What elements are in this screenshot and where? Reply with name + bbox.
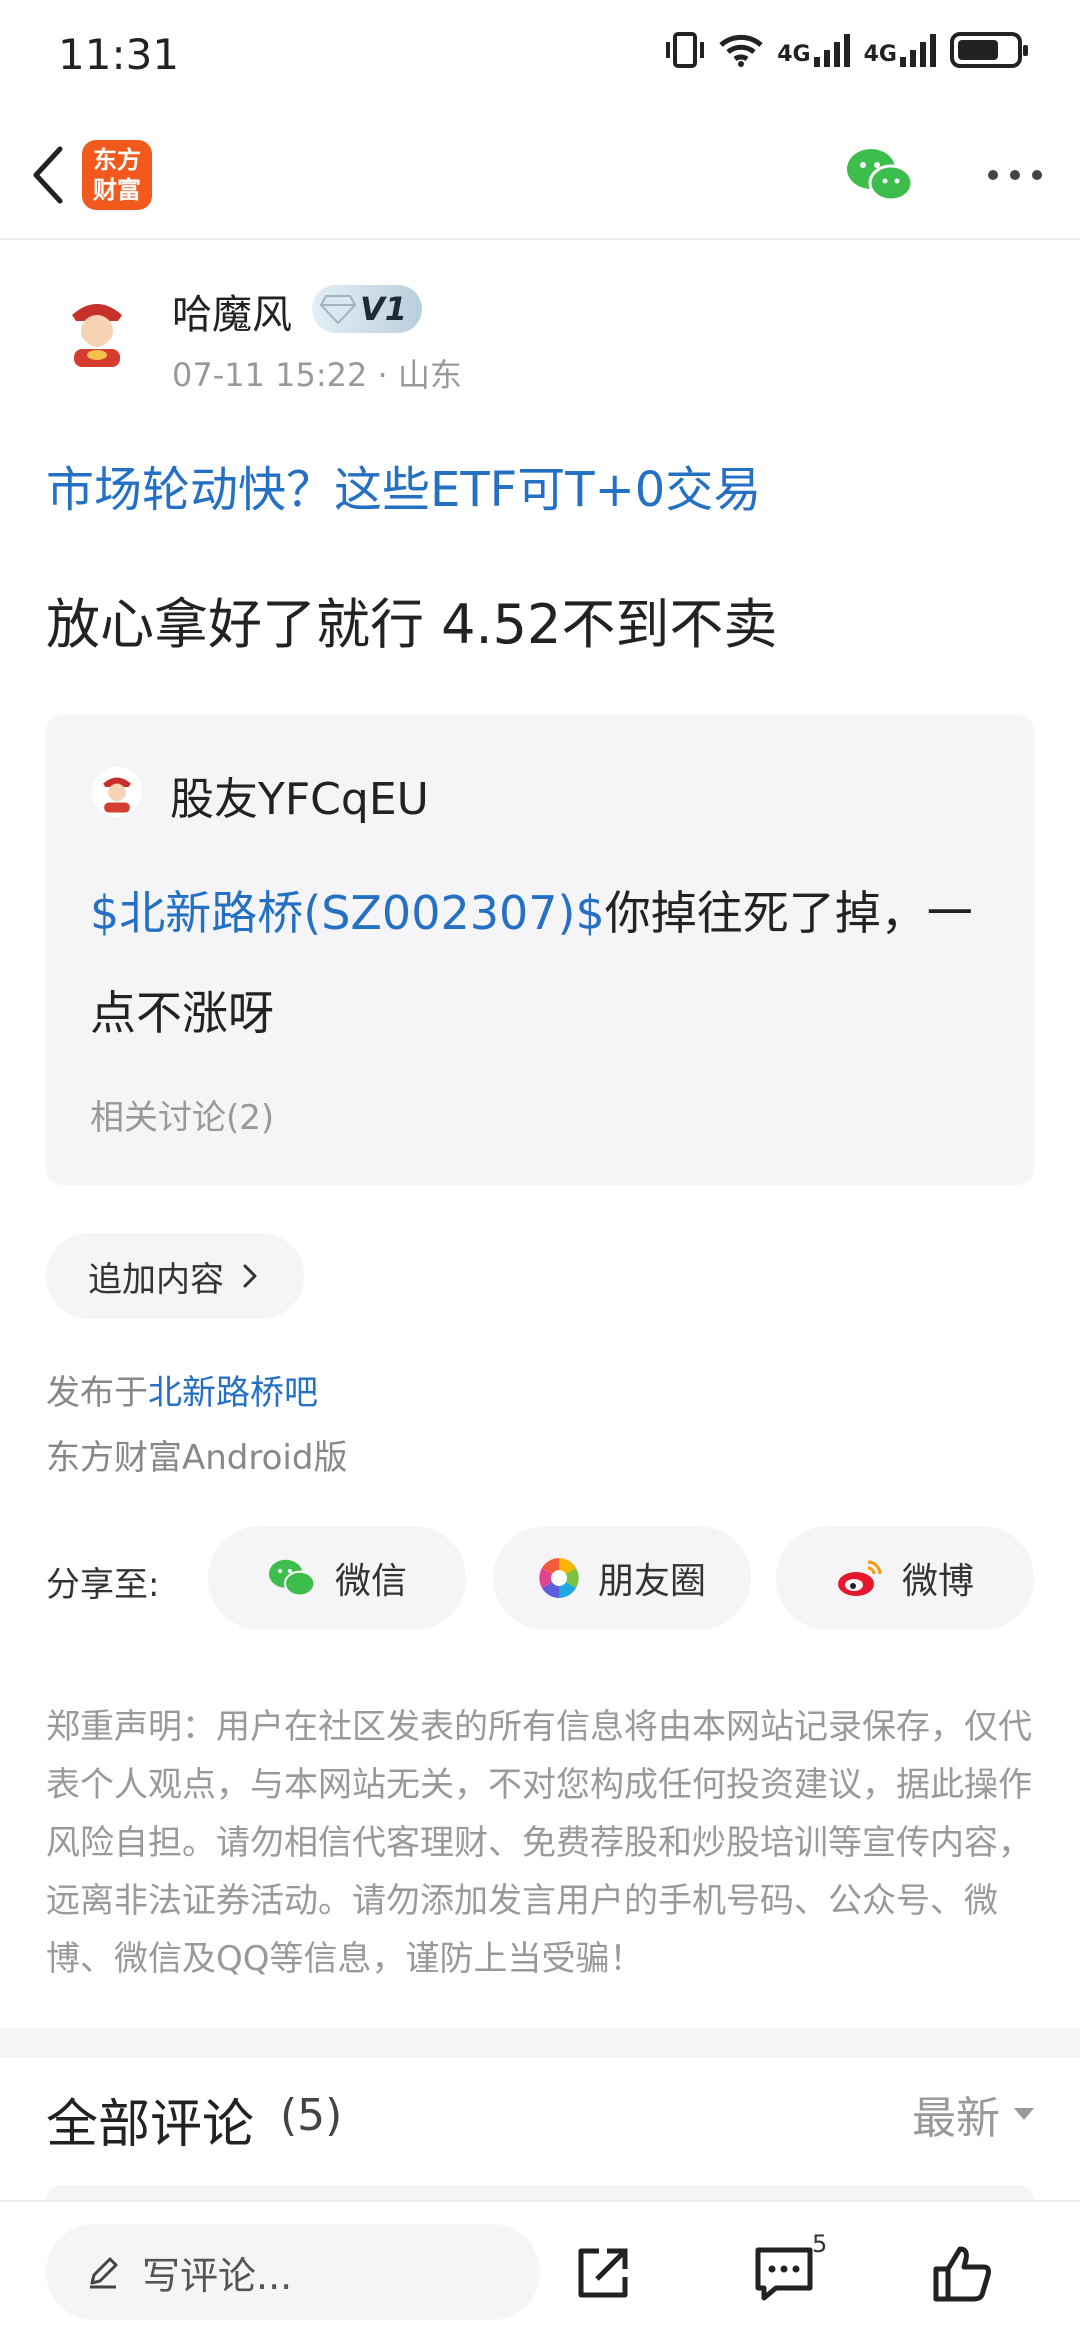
thumbs-up-icon bbox=[933, 2246, 991, 2302]
like-button[interactable] bbox=[926, 2238, 998, 2310]
related-discussions-link[interactable]: 相关讨论(2) bbox=[90, 1090, 274, 1139]
dot-icon bbox=[988, 170, 998, 180]
quote-text: $北新路桥(SZ002307)$你掉往死了掉，一点不涨呀 bbox=[90, 863, 1010, 1063]
published-prefix: 发布于 bbox=[46, 1373, 148, 1413]
diamond-icon bbox=[320, 295, 356, 324]
signal-bars-icon bbox=[813, 33, 850, 67]
share-wechat-label: 微信 bbox=[334, 1561, 407, 1602]
author-name[interactable]: 哈魔风 bbox=[172, 282, 292, 340]
wifi-icon bbox=[719, 34, 763, 67]
wechat-icon bbox=[847, 149, 914, 202]
top-nav: 东方 财富 bbox=[0, 110, 1080, 240]
post-location: 山东 bbox=[397, 356, 462, 394]
network-type-2: 4G bbox=[863, 42, 897, 67]
wechat-share-button[interactable] bbox=[845, 145, 915, 205]
sort-label: 最新 bbox=[912, 2093, 1000, 2144]
chevron-left-icon bbox=[33, 146, 63, 204]
wechat-icon bbox=[268, 1559, 316, 1597]
client-source: 东方财富Android版 bbox=[46, 1438, 348, 1478]
vibrate-icon bbox=[666, 32, 705, 68]
forward-button[interactable] bbox=[566, 2238, 638, 2310]
chat-bubble-icon bbox=[755, 2247, 813, 2301]
status-icons: 4G 4G bbox=[665, 32, 1028, 68]
post-date: 07-11 15:22 bbox=[172, 356, 368, 394]
post-meta: 07-11 15:22 · 山东 bbox=[172, 350, 462, 396]
quoted-post-card[interactable]: 股友YFCqEU $北新路桥(SZ002307)$你掉往死了掉，一点不涨呀 相关… bbox=[46, 715, 1034, 1185]
fortune-god-avatar-icon bbox=[92, 767, 142, 817]
share-moments-label: 朋友圈 bbox=[597, 1561, 706, 1602]
author-avatar[interactable] bbox=[52, 285, 142, 375]
signal-bars-icon bbox=[900, 33, 936, 67]
pencil-icon bbox=[90, 2257, 118, 2289]
dot-icon bbox=[1010, 170, 1020, 180]
article-title-link[interactable]: 市场轮动快？这些ETF可T+0交易 bbox=[46, 450, 761, 520]
published-in: 发布于北新路桥吧 bbox=[46, 1365, 318, 1414]
sort-dropdown[interactable]: 最新 bbox=[912, 2082, 1034, 2146]
disclaimer: 郑重声明：用户在社区发表的所有信息将由本网站记录保存，仅代表个人观点，与本网站无… bbox=[46, 1707, 1032, 1979]
chevron-right-icon bbox=[243, 1264, 257, 1288]
logo-line-2: 财富 bbox=[93, 176, 141, 204]
caret-down-icon bbox=[1014, 2108, 1034, 2120]
comments-count: (5) bbox=[280, 2090, 343, 2141]
comment-placeholder: 写评论... bbox=[142, 2253, 293, 2298]
section-divider bbox=[0, 2028, 1080, 2058]
app-logo[interactable]: 东方 财富 bbox=[82, 140, 152, 210]
comments-title: 全部评论 bbox=[46, 2095, 255, 2155]
comment-count-badge: 5 bbox=[812, 2230, 828, 2258]
weibo-icon bbox=[837, 1560, 882, 1596]
append-content-button[interactable]: 追加内容 bbox=[46, 1233, 304, 1319]
moments-icon bbox=[539, 1558, 579, 1598]
stock-link[interactable]: $北新路桥(SZ002307)$ bbox=[90, 886, 605, 940]
meta-separator: · bbox=[377, 356, 398, 394]
status-time: 11:31 bbox=[58, 30, 180, 79]
back-button[interactable] bbox=[18, 140, 78, 210]
bottom-action-bar: 写评论... 5 bbox=[0, 2200, 1080, 2340]
comments-button[interactable] bbox=[748, 2238, 820, 2310]
vip-level-badge: V1 bbox=[312, 285, 422, 333]
quote-avatar bbox=[92, 767, 142, 817]
vip-level-label: V1 bbox=[360, 290, 408, 328]
comment-input[interactable]: 写评论... bbox=[46, 2224, 540, 2320]
signal-2: 4G bbox=[864, 33, 936, 67]
share-moments-button[interactable]: 朋友圈 bbox=[493, 1526, 751, 1630]
fortune-god-avatar-icon bbox=[53, 286, 141, 374]
share-weibo-button[interactable]: 微博 bbox=[776, 1526, 1034, 1630]
append-label: 追加内容 bbox=[88, 1259, 224, 1300]
share-weibo-label: 微博 bbox=[901, 1561, 974, 1602]
stock-bar-link[interactable]: 北新路桥吧 bbox=[148, 1373, 318, 1413]
signal-1: 4G bbox=[777, 33, 850, 67]
share-out-icon bbox=[578, 2248, 628, 2298]
dot-icon bbox=[1032, 170, 1042, 180]
post-body: 放心拿好了就行 4.52不到不卖 bbox=[46, 593, 778, 656]
quote-username[interactable]: 股友YFCqEU bbox=[170, 763, 429, 827]
share-label: 分享至: bbox=[46, 1565, 160, 1605]
network-type-1: 4G bbox=[777, 42, 811, 67]
battery-icon bbox=[950, 32, 1028, 68]
status-bar: 11:31 4G 4G bbox=[0, 0, 1080, 110]
share-wechat-button[interactable]: 微信 bbox=[208, 1526, 466, 1630]
logo-line-1: 东方 bbox=[93, 146, 141, 174]
more-options-button[interactable] bbox=[980, 150, 1050, 200]
